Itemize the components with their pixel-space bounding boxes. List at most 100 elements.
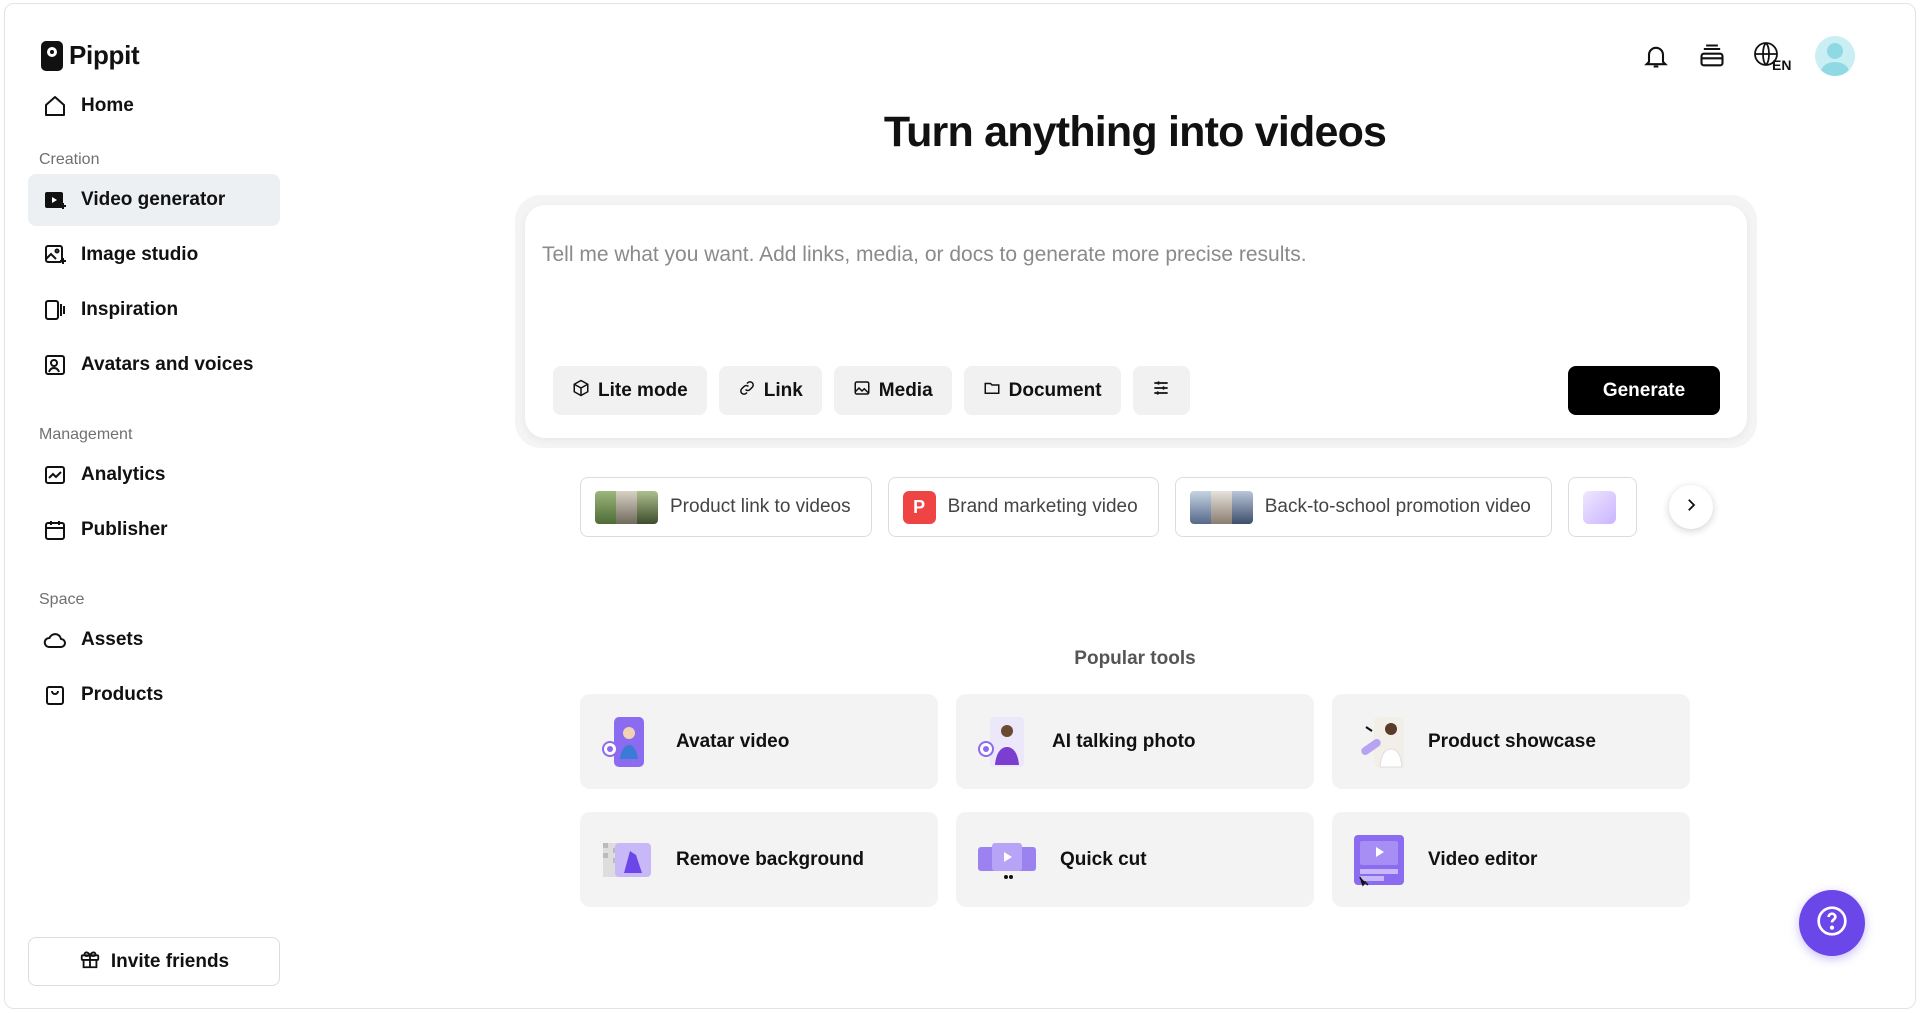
media-button[interactable]: Media xyxy=(833,366,952,415)
section-label-management: Management xyxy=(39,426,133,443)
analytics-icon xyxy=(43,463,67,487)
language-code: EN xyxy=(1772,57,1791,72)
invite-friends-button[interactable]: Invite friends xyxy=(28,937,280,986)
image-studio-icon xyxy=(43,243,67,267)
page-title: Turn anything into videos xyxy=(883,108,1387,156)
lite-mode-button[interactable]: Lite mode xyxy=(553,366,707,415)
avatar-voice-icon xyxy=(43,353,67,377)
question-mark-icon xyxy=(1816,905,1848,942)
sidebar-item-inspiration[interactable]: Inspiration xyxy=(28,284,280,336)
tool-video-editor[interactable]: Video editor xyxy=(1332,812,1690,907)
sidebar-item-label: Products xyxy=(81,684,164,705)
remove-background-icon xyxy=(600,833,654,887)
sidebar-item-label: Assets xyxy=(81,629,144,650)
section-label-creation: Creation xyxy=(39,151,100,168)
settings-sliders-button[interactable] xyxy=(1132,366,1190,415)
link-label: Link xyxy=(763,379,803,401)
calendar-icon xyxy=(43,518,67,542)
sliders-icon xyxy=(1151,378,1171,404)
sidebar-item-analytics[interactable]: Analytics xyxy=(28,449,280,501)
avatar-video-icon xyxy=(600,715,654,769)
quick-cut-icon xyxy=(976,833,1038,887)
tool-label: Product showcase xyxy=(1428,730,1596,752)
link-icon xyxy=(738,379,756,403)
tool-label: Video editor xyxy=(1428,848,1538,870)
tool-product-showcase[interactable]: Product showcase xyxy=(1332,694,1690,789)
sidebar-item-label: Video generator xyxy=(81,189,226,210)
tool-remove-background[interactable]: Remove background xyxy=(580,812,938,907)
sidebar-item-label: Inspiration xyxy=(81,299,179,320)
media-label: Media xyxy=(878,379,933,401)
prompt-toolbar: Lite mode Link Media Document xyxy=(553,366,1190,415)
tool-label: AI talking photo xyxy=(1052,730,1196,752)
suggestions-next-button[interactable] xyxy=(1669,485,1713,529)
logo[interactable]: Pippit xyxy=(41,40,140,71)
sidebar-item-label: Publisher xyxy=(81,519,168,540)
suggestion-thumbnail xyxy=(595,490,658,524)
sidebar-item-image-studio[interactable]: Image studio xyxy=(28,229,280,281)
popular-tools-heading: Popular tools xyxy=(1074,648,1196,669)
sidebar-item-label: Avatars and voices xyxy=(81,354,254,375)
sidebar-item-avatars-voices[interactable]: Avatars and voices xyxy=(28,339,280,391)
user-avatar[interactable] xyxy=(1815,36,1855,76)
suggestion-product-link[interactable]: Product link to videos xyxy=(580,477,872,537)
suggestion-thumbnail xyxy=(1582,490,1616,524)
chevron-right-icon xyxy=(1682,496,1700,519)
popular-tools-grid: Avatar video AI talking photo Product sh… xyxy=(580,694,1690,907)
folder-icon xyxy=(983,379,1001,403)
suggestion-back-to-school[interactable]: Back-to-school promotion video xyxy=(1174,477,1552,537)
suggestion-label: Product link to videos xyxy=(670,496,851,517)
document-button[interactable]: Document xyxy=(963,366,1121,415)
video-generator-icon xyxy=(43,188,67,212)
suggestion-label: Back-to-school promotion video xyxy=(1264,496,1531,517)
help-button[interactable] xyxy=(1799,890,1865,956)
tool-label: Avatar video xyxy=(676,730,790,752)
talking-photo-icon xyxy=(976,715,1030,769)
suggestion-thumbnail xyxy=(1189,490,1253,524)
header-actions: EN xyxy=(1639,36,1855,76)
inspiration-icon xyxy=(43,298,67,322)
tool-label: Remove background xyxy=(676,848,864,870)
bag-icon xyxy=(43,683,67,707)
sidebar-item-label: Analytics xyxy=(81,464,166,485)
sidebar-item-video-generator[interactable]: Video generator xyxy=(28,174,280,226)
video-editor-icon xyxy=(1352,833,1406,887)
cube-icon xyxy=(572,379,590,403)
lite-mode-label: Lite mode xyxy=(598,379,688,401)
sidebar: Pippit Home Creation Video generator Ima… xyxy=(5,4,295,1008)
sidebar-item-publisher[interactable]: Publisher xyxy=(28,504,280,556)
home-icon xyxy=(43,94,67,118)
tool-label: Quick cut xyxy=(1060,848,1147,870)
tool-ai-talking-photo[interactable]: AI talking photo xyxy=(956,694,1314,789)
invite-friends-label: Invite friends xyxy=(110,950,230,972)
pippit-logo-icon xyxy=(41,40,63,71)
link-button[interactable]: Link xyxy=(718,366,822,415)
app-window: Pippit Home Creation Video generator Ima… xyxy=(4,3,1916,1009)
sidebar-item-label: Image studio xyxy=(81,244,199,265)
cloud-icon xyxy=(43,628,67,652)
section-label-space: Space xyxy=(39,591,85,608)
sidebar-item-products[interactable]: Products xyxy=(28,669,280,721)
suggestion-brand-marketing[interactable]: P Brand marketing video xyxy=(887,477,1159,537)
sidebar-item-assets[interactable]: Assets xyxy=(28,614,280,666)
tool-avatar-video[interactable]: Avatar video xyxy=(580,694,938,789)
prompt-container: Lite mode Link Media xyxy=(515,195,1757,448)
sidebar-item-home[interactable]: Home xyxy=(28,80,280,132)
brand-name: Pippit xyxy=(69,40,140,70)
prompt-card: Lite mode Link Media xyxy=(525,205,1747,438)
image-icon xyxy=(853,379,871,403)
gift-icon xyxy=(79,948,101,976)
document-label: Document xyxy=(1008,379,1102,401)
suggestion-more[interactable] xyxy=(1567,477,1637,537)
sidebar-item-label: Home xyxy=(81,95,134,116)
brand-badge-icon: P xyxy=(902,490,936,524)
tool-quick-cut[interactable]: Quick cut xyxy=(956,812,1314,907)
prompt-input[interactable] xyxy=(542,235,1722,275)
generate-button[interactable]: Generate xyxy=(1568,366,1720,415)
product-showcase-icon xyxy=(1352,715,1406,769)
suggestion-label: Brand marketing video xyxy=(947,496,1138,517)
credits-icon[interactable] xyxy=(1695,39,1729,73)
suggestion-list: Product link to videos P Brand marketing… xyxy=(580,477,1710,537)
language-globe-icon[interactable]: EN xyxy=(1751,39,1793,73)
notification-bell-icon[interactable] xyxy=(1639,39,1673,73)
